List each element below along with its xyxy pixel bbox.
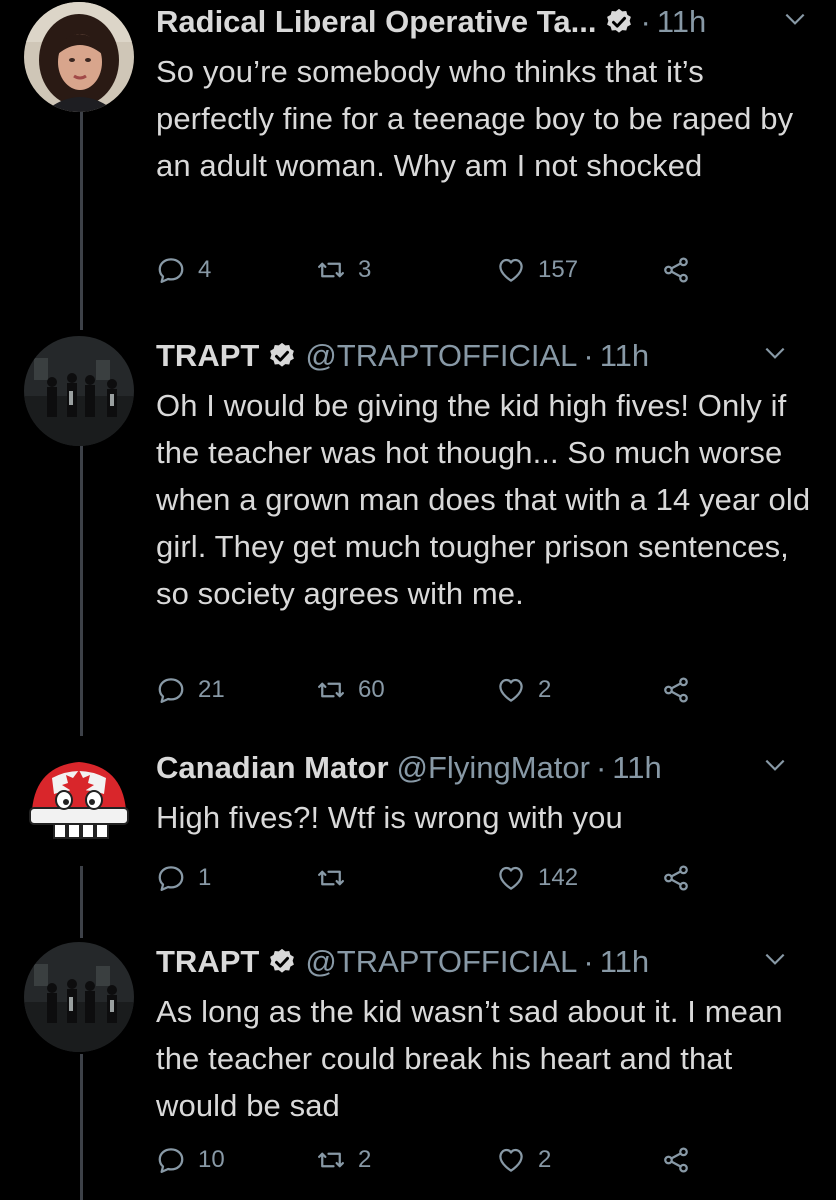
retweet-count: 60 xyxy=(358,676,385,703)
reply-count: 1 xyxy=(198,864,212,891)
separator-dot: · xyxy=(640,4,651,39)
share-button[interactable] xyxy=(661,250,703,290)
like-button[interactable]: 142 xyxy=(496,858,578,898)
reply-count: 4 xyxy=(198,256,212,283)
share-icon xyxy=(664,677,688,703)
chevron-down-icon[interactable] xyxy=(782,6,808,32)
woman-portrait-avatar xyxy=(24,2,134,112)
retweet-icon xyxy=(318,682,344,698)
retweet-icon xyxy=(318,1152,344,1168)
retweet-button[interactable]: 2 xyxy=(316,1140,371,1180)
tweet-text: High fives?! Wtf is wrong with you xyxy=(156,800,623,835)
reply-icon xyxy=(158,258,184,283)
display-name[interactable]: Canadian Mator xyxy=(156,750,389,786)
reply-icon xyxy=(158,866,184,891)
timestamp[interactable]: 11h xyxy=(657,4,706,40)
tweet-text: Oh I would be giving the kid high fives!… xyxy=(156,388,819,611)
tweet[interactable]: Canadian Mator @FlyingMator · 11h High f… xyxy=(0,746,836,924)
like-count: 157 xyxy=(538,256,579,283)
reply-button[interactable]: 10 xyxy=(156,1140,225,1180)
display-name[interactable]: TRAPT xyxy=(156,338,259,374)
verified-badge-icon xyxy=(607,8,632,33)
action-bar: 21 60 2 xyxy=(156,670,716,710)
display-name[interactable]: TRAPT xyxy=(156,944,259,980)
separator-dot: · xyxy=(595,750,607,785)
like-count: 2 xyxy=(538,1146,552,1173)
action-bar: 10 2 2 xyxy=(156,1140,716,1180)
like-button[interactable]: 2 xyxy=(496,670,551,710)
retweet-icon xyxy=(318,262,344,278)
user-handle[interactable]: @TRAPTOFFICIAL xyxy=(305,944,577,980)
like-count: 2 xyxy=(538,676,552,703)
chevron-down-icon[interactable] xyxy=(762,946,788,972)
timestamp[interactable]: 11h xyxy=(600,338,649,374)
like-count: 142 xyxy=(538,864,579,891)
tweet[interactable]: TRAPT @TRAPTOFFICIAL · 11h Oh I would be… xyxy=(0,334,836,734)
separator-dot: · xyxy=(583,944,594,979)
avatar[interactable] xyxy=(24,942,134,1052)
action-bar: 4 3 157 xyxy=(156,250,716,290)
display-name[interactable]: Radical Liberal Operative Ta... xyxy=(156,4,596,40)
tweet-text: So you’re somebody who thinks that it’s … xyxy=(156,54,802,183)
separator-dot: · xyxy=(583,338,594,373)
avatar[interactable] xyxy=(24,2,134,112)
avatar[interactable] xyxy=(24,748,134,858)
timestamp[interactable]: 11h xyxy=(612,750,661,786)
retweet-button[interactable]: 3 xyxy=(316,250,371,290)
retweet-icon xyxy=(318,870,344,886)
tweet-text: As long as the kid wasn’t sad about it. … xyxy=(156,994,792,1123)
share-icon xyxy=(664,257,688,283)
maple-leaf-truck-avatar xyxy=(29,762,129,839)
band-photo-avatar xyxy=(24,336,134,446)
tweet-header: Radical Liberal Operative Ta... · 11h xyxy=(156,0,816,44)
reply-icon xyxy=(158,678,184,703)
tweet[interactable]: TRAPT @TRAPTOFFICIAL · 11h As long as th… xyxy=(0,940,836,1200)
share-button[interactable] xyxy=(661,670,703,710)
tweet-header: TRAPT @TRAPTOFFICIAL · 11h xyxy=(156,940,816,984)
user-handle[interactable]: @TRAPTOFFICIAL xyxy=(305,338,577,374)
avatar[interactable] xyxy=(24,336,134,446)
retweet-count: 3 xyxy=(358,256,372,283)
share-icon xyxy=(664,865,688,891)
share-icon xyxy=(664,1147,688,1173)
reply-button[interactable]: 1 xyxy=(156,858,211,898)
share-button[interactable] xyxy=(661,858,703,898)
action-bar: 1 142 xyxy=(156,858,716,898)
chevron-down-icon[interactable] xyxy=(762,752,788,778)
heart-icon xyxy=(499,258,523,282)
like-button[interactable]: 157 xyxy=(496,250,578,290)
tweet-header: TRAPT @TRAPTOFFICIAL · 11h xyxy=(156,334,816,378)
retweet-button[interactable]: 60 xyxy=(316,670,385,710)
share-button[interactable] xyxy=(661,1140,703,1180)
like-button[interactable]: 2 xyxy=(496,1140,551,1180)
chevron-down-icon[interactable] xyxy=(762,340,788,366)
user-handle[interactable]: @FlyingMator xyxy=(397,750,590,786)
reply-button[interactable]: 21 xyxy=(156,670,225,710)
verified-badge-icon xyxy=(270,342,295,367)
tweet-header: Canadian Mator @FlyingMator · 11h xyxy=(156,746,816,790)
timestamp[interactable]: 11h xyxy=(600,944,649,980)
retweet-count: 2 xyxy=(358,1146,372,1173)
heart-icon xyxy=(499,1148,523,1172)
heart-icon xyxy=(499,678,523,702)
retweet-button[interactable] xyxy=(316,858,358,898)
reply-icon xyxy=(158,1148,184,1173)
reply-count: 21 xyxy=(198,676,225,703)
band-photo-avatar xyxy=(24,942,134,1052)
verified-badge-icon xyxy=(270,948,295,973)
tweet[interactable]: Radical Liberal Operative Ta... · 11h So… xyxy=(0,0,836,330)
reply-button[interactable]: 4 xyxy=(156,250,211,290)
reply-count: 10 xyxy=(198,1146,225,1173)
heart-icon xyxy=(499,866,523,890)
